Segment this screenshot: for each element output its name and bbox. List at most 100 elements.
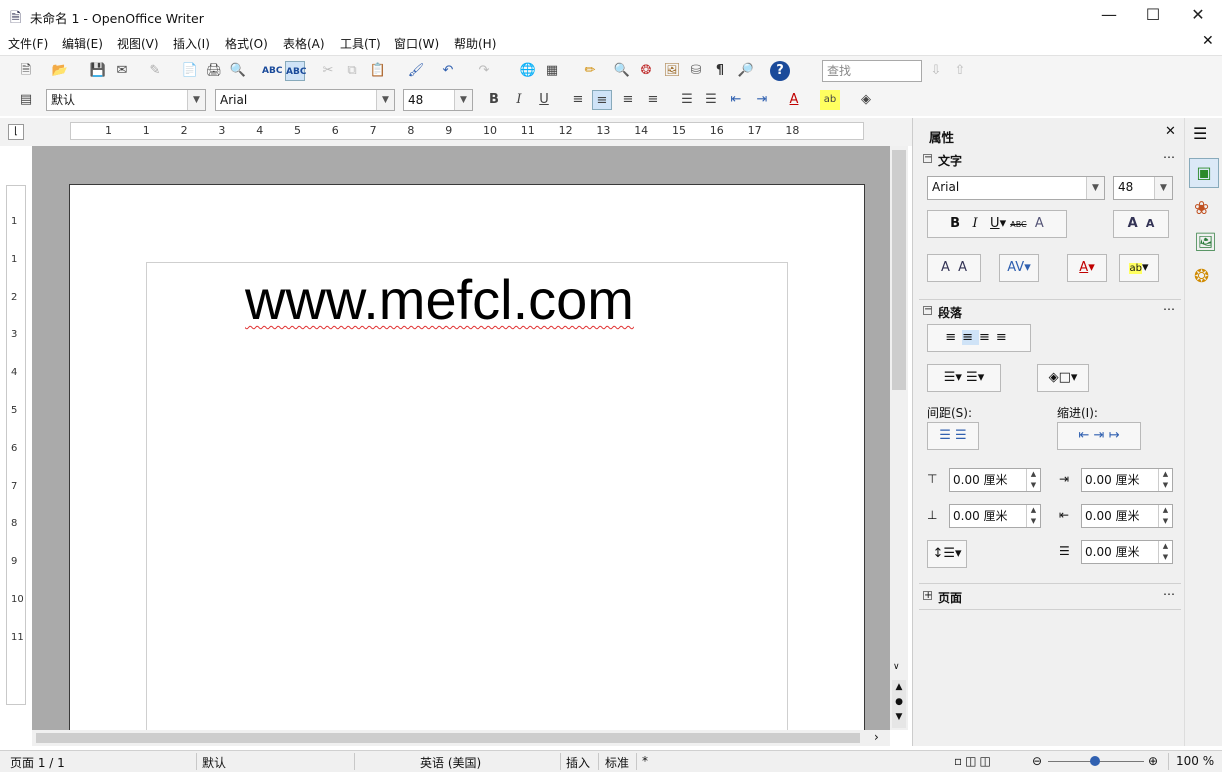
navigator-tab-icon[interactable]: ❂ xyxy=(1194,266,1209,287)
sidebar-size-select[interactable]: 48 ▼ xyxy=(1113,176,1173,200)
help-icon[interactable]: ? xyxy=(770,61,790,81)
properties-tab-icon[interactable]: ▣ xyxy=(1189,158,1219,188)
alignment-buttons[interactable]: ≡≡≡≡ xyxy=(927,324,1031,352)
spellcheck-icon[interactable]: ABC xyxy=(262,61,282,81)
scroll-down-icon[interactable]: ∨ xyxy=(893,662,900,672)
horizontal-ruler[interactable]: 1 1 2 3 4 5 6 7 8 9 10 11 12 13 14 15 16 17 18 xyxy=(70,122,864,140)
redo-icon[interactable]: ↷ xyxy=(474,61,494,81)
draw-functions-icon[interactable]: ✏ xyxy=(580,61,600,81)
print-icon[interactable]: 🖨 xyxy=(204,61,224,81)
scroll-right-icon[interactable]: › xyxy=(874,730,879,744)
save-icon[interactable]: 💾 xyxy=(88,61,108,81)
expand-icon[interactable]: + xyxy=(923,591,932,601)
paste-icon[interactable]: 📋 xyxy=(368,61,388,81)
menu-table[interactable]: 表格(A) xyxy=(283,35,325,52)
spin-icon[interactable]: ▲ ▼ xyxy=(1158,505,1172,527)
h-scroll-thumb[interactable] xyxy=(36,733,860,743)
gallery-icon[interactable]: 🖼 xyxy=(662,61,682,81)
insert-mode[interactable]: 插入 xyxy=(566,754,590,771)
close-document-icon[interactable]: ✕ xyxy=(1202,33,1214,49)
minimize-button[interactable]: — xyxy=(1086,0,1132,30)
list-buttons[interactable]: ☰▾ ☰▾ xyxy=(927,364,1001,392)
more-options-icon[interactable]: ⋯ xyxy=(1163,150,1175,164)
collapse-icon[interactable]: − xyxy=(923,305,932,315)
italic-icon[interactable]: I xyxy=(509,90,529,110)
open-folder-icon[interactable]: 📂 xyxy=(50,61,70,81)
sidebar-font-select[interactable]: Arial ▼ xyxy=(927,176,1105,200)
line-spacing-icon[interactable]: ↕☰▾ xyxy=(927,540,967,568)
find-input[interactable]: 查找 xyxy=(822,60,922,82)
copy-icon[interactable]: ⧉ xyxy=(342,61,362,81)
superscript-subscript-buttons[interactable]: A A xyxy=(927,254,981,282)
table-icon[interactable]: ▦ xyxy=(542,61,562,81)
bullets-icon[interactable]: ☰ xyxy=(701,90,721,110)
print-preview-icon[interactable]: 🔍 xyxy=(228,61,248,81)
spin-icon[interactable]: ▲ ▼ xyxy=(1158,469,1172,491)
navigator-icon[interactable]: ❂ xyxy=(636,61,656,81)
find-replace-icon[interactable]: 🔍 xyxy=(612,61,632,81)
first-line-indent-field[interactable]: 0.00 厘米 ▲ ▼ xyxy=(1081,540,1173,564)
numbering-icon[interactable]: ☰ xyxy=(677,90,697,110)
clone-formatting-icon[interactable]: 🖌 xyxy=(406,61,426,81)
menu-view[interactable]: 视图(V) xyxy=(117,35,159,52)
justify-icon[interactable]: ≡ xyxy=(643,90,663,110)
scroll-thumb[interactable] xyxy=(892,150,906,390)
underline-icon[interactable]: U xyxy=(534,90,554,110)
more-options-icon[interactable]: ⋯ xyxy=(1163,302,1175,316)
above-spacing-field[interactable]: 0.00 厘米 ▲ ▼ xyxy=(949,468,1041,492)
paragraph-background-icon[interactable]: ◈□▾ xyxy=(1037,364,1089,392)
align-left-icon[interactable]: ≡ xyxy=(568,90,588,110)
menu-edit[interactable]: 编辑(E) xyxy=(62,35,103,52)
below-spacing-field[interactable]: 0.00 厘米 ▲ ▼ xyxy=(949,504,1041,528)
hyperlink-icon[interactable]: 🌐 xyxy=(518,61,538,81)
font-name-select[interactable]: Arial ▼ xyxy=(215,89,395,111)
indent-buttons[interactable]: ⇤ ⇥ ↦ xyxy=(1057,422,1141,450)
collapse-icon[interactable]: − xyxy=(923,153,932,163)
zoom-level[interactable]: 100 % xyxy=(1176,754,1214,768)
vertical-scrollbar[interactable]: ∨ ▲ ● ▼ xyxy=(890,146,908,730)
menu-tools[interactable]: 工具(T) xyxy=(340,35,381,52)
auto-spellcheck-icon[interactable]: ABC xyxy=(285,61,306,81)
font-size-select[interactable]: 48 ▼ xyxy=(403,89,473,111)
cut-icon[interactable]: ✂ xyxy=(318,61,338,81)
grow-shrink-font-buttons[interactable]: A A xyxy=(1113,210,1169,238)
selection-mode[interactable]: 标准 xyxy=(605,754,629,771)
spin-icon[interactable]: ▲ ▼ xyxy=(1158,541,1172,563)
more-options-icon[interactable]: ⋯ xyxy=(1163,587,1175,601)
character-spacing-icon[interactable]: AV▾ xyxy=(999,254,1039,282)
maximize-button[interactable]: ☐ xyxy=(1130,0,1176,30)
close-button[interactable]: ✕ xyxy=(1175,0,1221,30)
align-center-icon[interactable]: ≡ xyxy=(592,90,612,110)
export-pdf-icon[interactable]: 📄 xyxy=(180,61,200,81)
menu-format[interactable]: 格式(O) xyxy=(225,35,268,52)
before-indent-field[interactable]: 0.00 厘米 ▲ ▼ xyxy=(1081,468,1173,492)
zoom-in-icon[interactable]: ⊕ xyxy=(1148,754,1158,768)
formatting-marks-icon[interactable]: ¶ xyxy=(710,61,730,81)
menu-file[interactable]: 文件(F) xyxy=(8,35,48,52)
email-icon[interactable]: ✉ xyxy=(112,61,132,81)
page-style[interactable]: 默认 xyxy=(202,754,226,771)
find-next-icon[interactable]: ⇩ xyxy=(926,61,946,81)
edit-file-icon[interactable]: ✎ xyxy=(145,61,165,81)
increase-indent-icon[interactable]: ⇥ xyxy=(752,90,772,110)
find-previous-icon[interactable]: ⇧ xyxy=(950,61,970,81)
align-right-icon[interactable]: ≡ xyxy=(618,90,638,110)
zoom-slider-thumb[interactable] xyxy=(1090,756,1100,766)
vertical-ruler[interactable]: 1 1 2 3 4 5 6 7 8 9 10 11 xyxy=(6,185,26,705)
styles-tab-icon[interactable]: ❀ xyxy=(1194,198,1209,219)
spin-icon[interactable]: ▲ ▼ xyxy=(1026,505,1040,527)
after-indent-field[interactable]: 0.00 厘米 ▲ ▼ xyxy=(1081,504,1173,528)
page-navigation-icon[interactable]: ▲ ● ▼ xyxy=(892,680,906,728)
highlight-icon[interactable]: ab xyxy=(820,90,840,110)
zoom-icon[interactable]: 🔎 xyxy=(736,61,756,81)
menu-window[interactable]: 窗口(W) xyxy=(394,35,439,52)
data-sources-icon[interactable]: ⛁ xyxy=(686,61,706,81)
paragraph-style-select[interactable]: 默认 ▼ xyxy=(46,89,206,111)
spin-icon[interactable]: ▲ ▼ xyxy=(1026,469,1040,491)
gallery-tab-icon[interactable]: 🖼 xyxy=(1194,232,1217,253)
decrease-indent-icon[interactable]: ⇤ xyxy=(726,90,746,110)
undo-icon[interactable]: ↶ xyxy=(438,61,458,81)
highlighting-icon[interactable]: ab▾ xyxy=(1119,254,1159,282)
menu-insert[interactable]: 插入(I) xyxy=(173,35,210,52)
text-boundary[interactable]: www.mefcl.com xyxy=(146,262,788,732)
